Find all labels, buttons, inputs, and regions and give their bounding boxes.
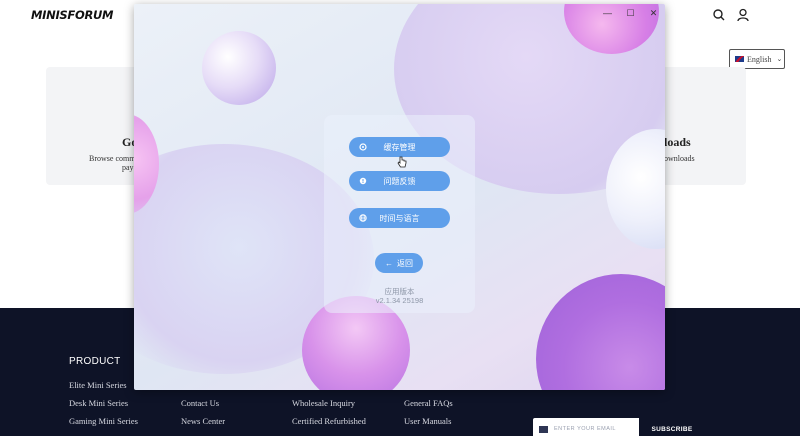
settings-panel: 缓存管理 问题反馈 时间与语言 ← 返回 应用版本 v2.1.34 25198 — [324, 115, 475, 313]
time-language-button[interactable]: 时间与语言 — [349, 208, 450, 228]
chevron-down-icon: ⌄ — [776, 55, 783, 63]
cache-management-label: 缓存管理 — [383, 142, 416, 152]
subscribe-button[interactable]: SUBSCRIBE — [639, 418, 705, 436]
gear-icon — [359, 143, 367, 151]
email-input[interactable]: ENTER YOUR EMAIL — [554, 426, 639, 432]
version-value: v2.1.34 25198 — [375, 296, 424, 305]
card-text: pay — [122, 163, 134, 172]
uk-flag-icon — [735, 56, 744, 62]
search-icon[interactable] — [711, 7, 727, 23]
footer-link[interactable]: Certified Refurbished — [292, 416, 366, 426]
time-language-label: 时间与语言 — [379, 213, 420, 223]
footer-heading: PRODUCT — [69, 356, 121, 367]
footer-link[interactable]: Desk Mini Series — [69, 398, 128, 408]
close-button[interactable]: ✕ — [642, 4, 665, 22]
feedback-label: 问题反馈 — [383, 176, 416, 186]
cache-management-button[interactable]: 缓存管理 — [349, 137, 450, 157]
account-icon[interactable] — [735, 7, 751, 23]
window-controls: — ☐ ✕ — [596, 4, 665, 22]
footer-link[interactable]: Wholesale Inquiry — [292, 398, 355, 408]
footer-link[interactable]: News Center — [181, 416, 225, 426]
app-window: — ☐ ✕ 缓存管理 问题反馈 时间与语言 ← 返回 应用版本 v2.1.34 … — [134, 4, 665, 390]
card-title: loads — [664, 135, 691, 149]
language-select[interactable]: English ⌄ — [729, 49, 785, 69]
footer-link[interactable]: Elite Mini Series — [69, 380, 127, 390]
globe-icon — [359, 214, 367, 222]
decor-sphere — [536, 274, 665, 390]
card-text: Browse comm — [89, 154, 136, 163]
arrow-left-icon: ← — [385, 258, 393, 268]
back-button[interactable]: ← 返回 — [375, 253, 423, 273]
minimize-button[interactable]: — — [596, 4, 619, 22]
maximize-button[interactable]: ☐ — [619, 4, 642, 22]
hand-cursor-icon — [397, 156, 407, 168]
language-label: English — [747, 54, 772, 64]
mail-icon — [539, 425, 548, 433]
footer-link[interactable]: General FAQs — [404, 398, 453, 408]
back-label: 返回 — [397, 258, 413, 268]
footer-link[interactable]: Contact Us — [181, 398, 219, 408]
site-logo[interactable]: MINISFORUM — [31, 8, 113, 22]
footer-link[interactable]: Gaming Mini Series — [69, 416, 138, 426]
feedback-icon — [359, 177, 367, 185]
footer-link[interactable]: User Manuals — [404, 416, 451, 426]
feedback-button[interactable]: 问题反馈 — [349, 171, 450, 191]
decor-sphere — [202, 31, 276, 105]
card-text: ownloads — [664, 154, 695, 163]
newsletter-form: ENTER YOUR EMAIL SUBSCRIBE — [533, 418, 705, 436]
